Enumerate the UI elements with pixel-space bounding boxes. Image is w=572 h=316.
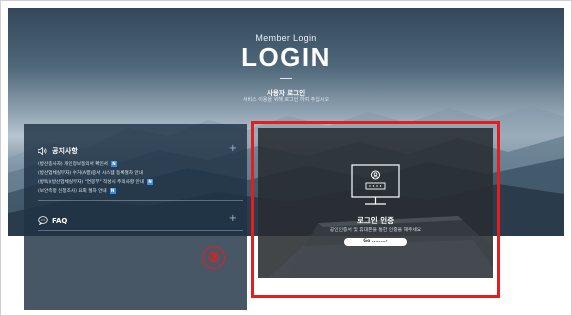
highlight-box xyxy=(251,121,500,298)
notice-divider xyxy=(38,200,243,201)
new-badge: N xyxy=(147,178,153,185)
login-instruction: 서비스 이용을 위해 로그인 하여 주십시오 xyxy=(242,97,330,103)
notice-item-text: (방독)(방산업체실무자) "연봉부" 작성시 주의사항 안내 xyxy=(38,179,144,185)
notice-list: (방산종사자) 개인정보동의서 확인서 N (방산업체실무자) 수거(A행)중서… xyxy=(38,159,238,195)
notice-title: 공지사항 xyxy=(52,147,78,155)
notice-more-button[interactable]: + xyxy=(229,143,237,154)
notice-item-text: (방산종사자) 개인정보동의서 확인서 xyxy=(38,161,108,167)
title-divider xyxy=(280,78,292,79)
page-title: LOGIN xyxy=(241,42,331,72)
faq-more-button[interactable]: + xyxy=(229,213,237,224)
notice-item[interactable]: (방독)(방산업체실무자) "연봉부" 작성시 주의사항 안내 N xyxy=(38,177,238,186)
new-badge: N xyxy=(109,187,116,194)
notice-item[interactable]: (방산업체실무자) 수거(A행)중서 시스템 등록절차 안내 xyxy=(38,168,238,177)
faq-header[interactable]: FAQ xyxy=(38,216,67,225)
notice-header[interactable]: 공지사항 xyxy=(38,146,78,156)
notice-item-text: (방산업체실무자) 수거(A행)중서 시스템 등록절차 안내 xyxy=(38,170,143,176)
notice-item[interactable]: (방산종사자) 개인정보동의서 확인서 N xyxy=(38,159,238,168)
notice-item[interactable]: (보안측정 신청조사) 요회 절차 안내 N xyxy=(38,186,238,195)
faq-divider xyxy=(38,230,243,231)
faq-title: FAQ xyxy=(52,216,68,225)
chat-bubble-icon xyxy=(38,216,48,225)
new-badge: N xyxy=(110,160,117,167)
notice-panel: 공지사항 + (방산종사자) 개인정보동의서 확인서 N (방산업체실무자) 수… xyxy=(24,124,247,310)
step-marker: ③ xyxy=(202,246,225,269)
speaker-icon xyxy=(38,147,47,155)
notice-item-text: (보안측정 신청조사) 요회 절차 안내 xyxy=(38,188,107,194)
